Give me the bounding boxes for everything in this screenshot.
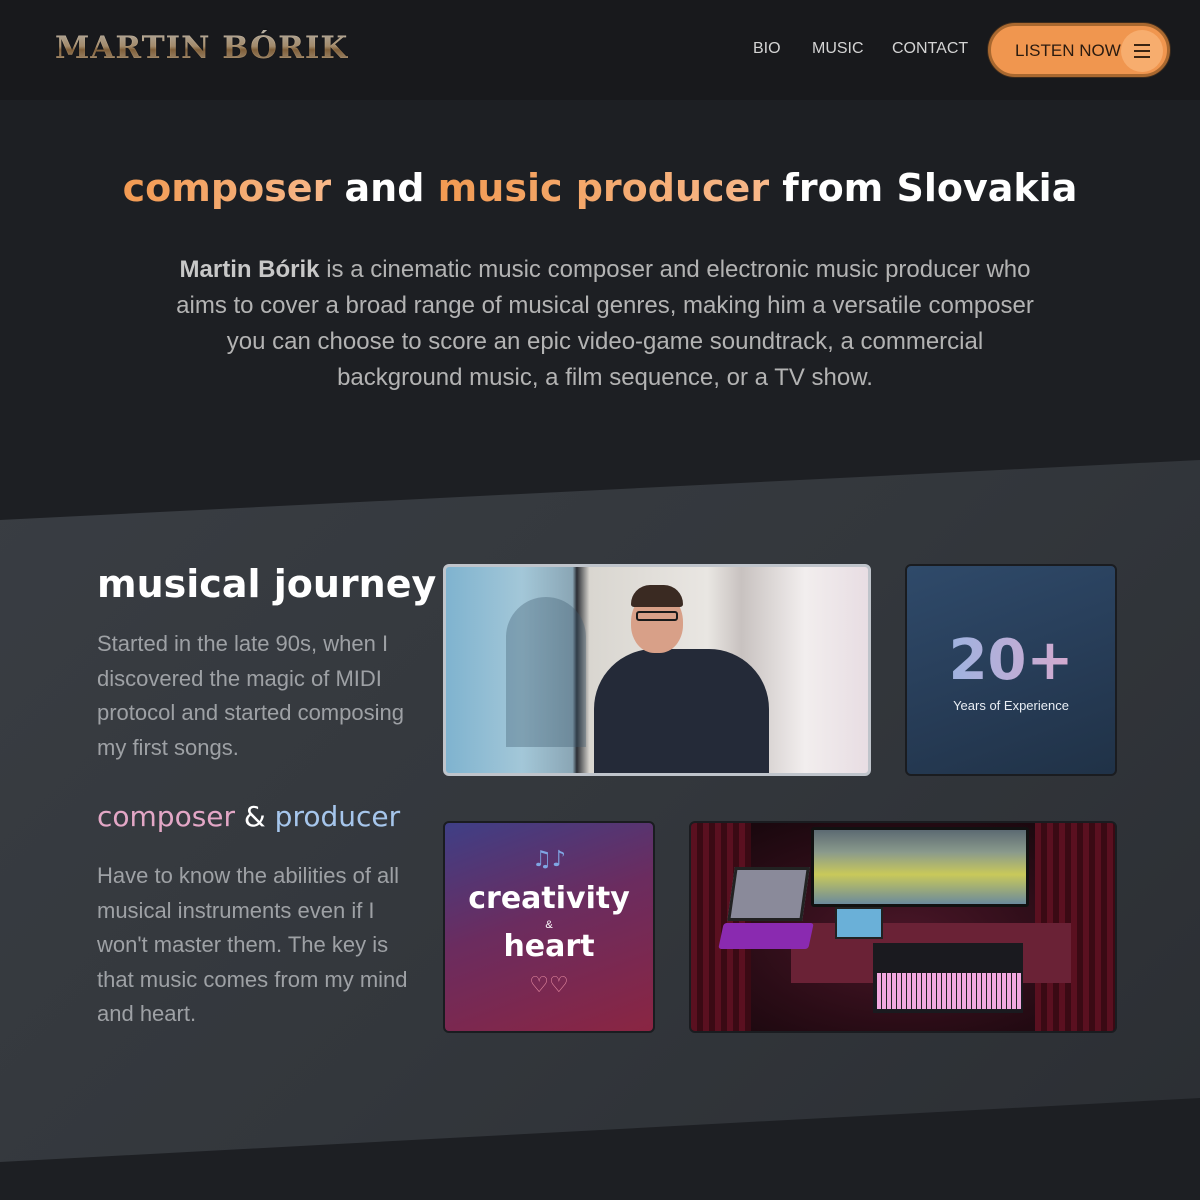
hero-intro-name: Martin Bórik [179, 256, 320, 283]
creativity-word: creativity [468, 881, 630, 916]
site-header: MARTIN BÓRIK BIO MUSIC CONTACT LISTEN NO… [0, 0, 1200, 100]
menu-icon[interactable] [1121, 30, 1163, 72]
composer-text: Have to know the abilities of all musica… [97, 863, 408, 1026]
hero-title-and: and [331, 166, 438, 210]
music-notes-icon: ♫♪ [532, 847, 566, 872]
subheading-producer: producer [274, 800, 401, 833]
heart-word: heart [503, 929, 595, 964]
journey-text: Started in the late 90s, when I discover… [97, 631, 404, 760]
site-logo[interactable]: MARTIN BÓRIK [55, 30, 348, 66]
composer-producer-heading: composer & producer [97, 800, 400, 833]
tablet-screen [835, 907, 883, 939]
nav-contact-link[interactable]: CONTACT [892, 40, 968, 58]
nav-music-link[interactable]: MUSIC [812, 40, 864, 58]
years-label: Years of Experience [953, 698, 1069, 713]
years-experience-card: 20+ Years of Experience [905, 564, 1117, 776]
years-number: 20+ [907, 628, 1115, 693]
listen-now-label: LISTEN NOW [1015, 41, 1121, 60]
hero-intro: Martin Bórik is a cinematic music compos… [170, 252, 1040, 396]
person-hair [631, 585, 683, 607]
person-body [594, 649, 769, 773]
laptop-base [718, 923, 814, 949]
hero-title-composer: composer [122, 166, 332, 210]
hero-title: composer and music producer from Slovaki… [0, 166, 1200, 210]
hero-title-producer: music producer [437, 166, 770, 210]
nav-bio-link[interactable]: BIO [753, 40, 781, 58]
creativity-heart-card: ♫♪ creativity & heart ♡♡ [443, 821, 655, 1033]
window-reflection [506, 597, 586, 747]
subheading-composer: composer [97, 800, 236, 833]
glasses-icon [636, 611, 678, 621]
laptop-screen [727, 867, 810, 921]
studio-monitor [811, 827, 1029, 907]
studio-photo [689, 821, 1117, 1033]
hearts-icon: ♡♡ [529, 973, 569, 998]
piano-keys [877, 973, 1021, 1009]
hero-title-from: from Slovakia [769, 166, 1078, 210]
journey-title: musical journey [97, 562, 437, 606]
listen-now-button[interactable]: LISTEN NOW [988, 23, 1170, 77]
portrait-photo [443, 564, 871, 776]
subheading-amp: & [235, 800, 275, 833]
